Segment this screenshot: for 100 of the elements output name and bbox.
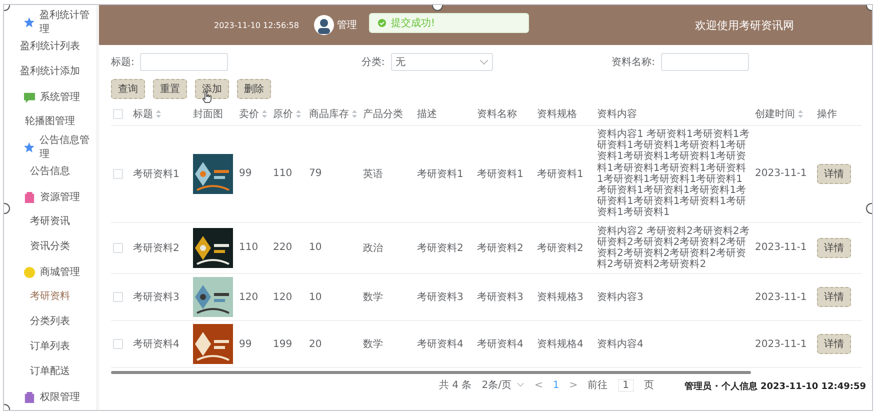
column-header: 创建时间 bbox=[755, 108, 795, 121]
field-label: 资料名称: bbox=[612, 56, 656, 69]
table-cell-text: 数学 bbox=[363, 338, 383, 352]
avatar-icon bbox=[314, 15, 334, 35]
sidebar-item[interactable]: 分类列表 bbox=[4, 311, 96, 333]
table-cell-text: 资料内容4 bbox=[597, 338, 644, 350]
sidebar-group[interactable]: 盈利统计管理 bbox=[4, 11, 96, 33]
sidebar-item[interactable]: 考研资料 bbox=[4, 286, 96, 308]
table-cell-text: 考研资料1 bbox=[537, 168, 584, 181]
table-cell-text: 考研资料2 bbox=[133, 242, 180, 255]
sidebar-group[interactable]: 权限管理 bbox=[4, 386, 96, 408]
column-header: 产品分类 bbox=[363, 108, 403, 121]
table-cell-text: 考研资料4 bbox=[417, 338, 464, 352]
row-checkbox[interactable] bbox=[113, 168, 123, 179]
detail-button[interactable]: 详情 bbox=[817, 287, 851, 308]
table-cell: 2023-11-1 bbox=[755, 292, 807, 303]
table-cell-text: 政治 bbox=[363, 242, 383, 255]
table-cell: 10 bbox=[309, 292, 322, 303]
table-cell: 220 bbox=[273, 242, 292, 254]
table-cell-text: 资料内容3 bbox=[597, 292, 644, 303]
site-title: 欢迎使用考研资讯网 bbox=[695, 18, 794, 32]
detail-button[interactable]: 详情 bbox=[817, 334, 851, 354]
sort-icon[interactable] bbox=[352, 110, 357, 118]
column-header: 资料内容 bbox=[597, 108, 637, 121]
detail-button[interactable]: 详情 bbox=[817, 238, 851, 258]
column-header: 商品库存 bbox=[309, 108, 349, 121]
table-cell-text: 资料规格4 bbox=[537, 338, 584, 352]
sidebar-item[interactable]: 轮播图管理 bbox=[4, 111, 96, 133]
user-name: 管理 bbox=[337, 19, 357, 32]
input-field[interactable] bbox=[661, 53, 750, 71]
action-button[interactable]: 重置 bbox=[153, 79, 187, 99]
field-label: 分类: bbox=[361, 56, 385, 69]
table-cell: 20 bbox=[309, 338, 322, 350]
table-cell: 99 bbox=[239, 338, 252, 350]
sidebar-item[interactable]: 盈利统计添加 bbox=[4, 61, 96, 83]
sidebar-item[interactable]: 资讯分类 bbox=[4, 236, 96, 258]
table-cell-text: 资料规格3 bbox=[537, 290, 584, 304]
sidebar-group[interactable]: 系统管理 bbox=[4, 86, 96, 108]
sidebar-item[interactable]: 考研资讯 bbox=[4, 211, 96, 233]
select-all-checkbox[interactable] bbox=[113, 109, 123, 119]
row-checkbox[interactable] bbox=[113, 242, 123, 253]
chevron-down-icon bbox=[517, 383, 524, 388]
sidebar-group[interactable]: 资源管理 bbox=[4, 186, 96, 208]
table-cell-text: 考研资料1 bbox=[417, 168, 464, 181]
row-checkbox[interactable] bbox=[113, 292, 123, 302]
toast-message: 提交成功! bbox=[391, 16, 436, 30]
table-cell: 110 bbox=[239, 242, 258, 254]
goto-page-field[interactable]: 1 bbox=[618, 378, 634, 392]
table-cell-text: 考研资料2 bbox=[537, 242, 584, 255]
category-select[interactable]: 无 bbox=[390, 53, 493, 71]
table-cell: 79 bbox=[309, 168, 322, 180]
sort-icon[interactable] bbox=[798, 110, 803, 118]
action-button[interactable]: 查询 bbox=[111, 79, 145, 99]
table-cell: 2023-11-1 bbox=[755, 242, 807, 254]
table-cell-text: 资料内容2 考研资料2考研资料2考研资料2考研资料2考研资料2考研资料2考研资料2考研资料2考研资料2考研资料2考研资料2 bbox=[597, 226, 750, 270]
table-cell-text: 英语 bbox=[363, 168, 383, 181]
column-header: 原价 bbox=[273, 108, 293, 121]
table-cell-text: 考研资料1 bbox=[133, 168, 180, 181]
table-cell-text: 考研资料2 bbox=[417, 242, 464, 255]
sidebar-item[interactable]: 订单配送 bbox=[4, 361, 96, 383]
table-cell: 120 bbox=[273, 292, 292, 303]
column-header: 封面图 bbox=[193, 108, 223, 121]
table-cell: 99 bbox=[239, 168, 252, 180]
sort-icon[interactable] bbox=[296, 110, 301, 118]
table-cell: 199 bbox=[273, 338, 292, 350]
column-header: 卖价 bbox=[239, 108, 259, 121]
horizontal-scrollbar[interactable] bbox=[111, 371, 751, 374]
input-field[interactable] bbox=[140, 53, 228, 71]
table-cell: 2023-11-1 bbox=[755, 168, 807, 180]
column-header: 资料名称 bbox=[477, 108, 517, 121]
table-cell-text: 数学 bbox=[363, 291, 383, 304]
notification-text: 管理员 · 个人信息 2023-11-10 12:49:59 bbox=[684, 382, 866, 392]
table-cell: 120 bbox=[239, 292, 258, 303]
detail-button[interactable]: 详情 bbox=[817, 164, 851, 184]
action-button[interactable]: 删除 bbox=[237, 79, 271, 99]
field-label: 标题: bbox=[111, 56, 134, 69]
column-header: 标题 bbox=[133, 108, 153, 121]
table-cell-text: 考研资料3 bbox=[133, 290, 180, 304]
sort-icon[interactable] bbox=[156, 110, 161, 118]
sort-icon[interactable] bbox=[262, 110, 267, 118]
table-cell: 110 bbox=[273, 168, 292, 180]
table-cell-text: 考研资料3 bbox=[417, 290, 464, 304]
action-button[interactable]: 添加 bbox=[195, 79, 229, 99]
sidebar-item[interactable]: 订单列表 bbox=[4, 336, 96, 358]
goto-label: 前往 bbox=[588, 378, 608, 392]
page-size-select[interactable]: 2条/页 bbox=[482, 378, 524, 392]
sidebar-item[interactable]: 公告信息 bbox=[4, 161, 96, 183]
chevron-down-icon bbox=[480, 60, 488, 64]
total-count: 共 4 条 bbox=[439, 378, 472, 392]
table-cell-text: 考研资料4 bbox=[477, 338, 524, 352]
goto-suffix: 页 bbox=[644, 379, 654, 392]
column-header: 描述 bbox=[417, 108, 437, 121]
table-cell-text: 资料内容1 考研资料1考研资料1考研资料1考研资料1考研资料1考研资料1考研资料1考研资料1考研资料1考研资料1考研资料1考研资料1考研资料1考研资料1考研资料1考研资料1考研资料1考研资料1考研资料1考研资料1考研资料1考研资料1考研资料1 bbox=[597, 129, 750, 218]
table-cell: 2023-11-1 bbox=[755, 338, 807, 350]
row-checkbox[interactable] bbox=[113, 339, 123, 350]
sidebar-group[interactable]: 商城管理 bbox=[4, 261, 96, 283]
sidebar-group[interactable]: 公告信息管理 bbox=[4, 136, 96, 158]
table-cell-text: 考研资料1 bbox=[477, 168, 524, 181]
header-datetime: 2023-11-10 12:56:58 bbox=[214, 20, 300, 30]
sidebar-item[interactable]: 盈利统计列表 bbox=[4, 36, 96, 58]
